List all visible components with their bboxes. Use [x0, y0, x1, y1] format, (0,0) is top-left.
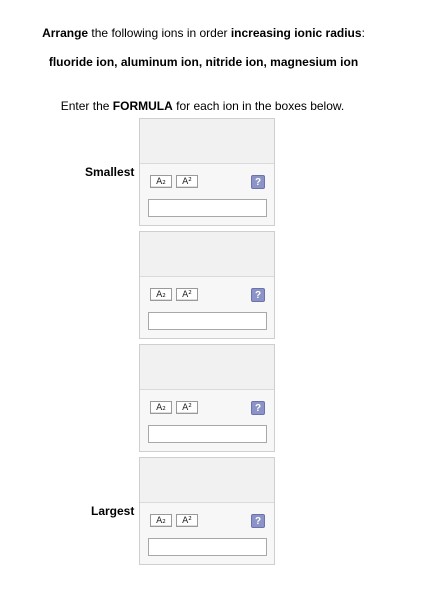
increasing-ionic-radius-text: increasing ionic radius — [230, 26, 362, 40]
answer-box-header — [140, 232, 274, 277]
answer-box-header — [140, 345, 274, 390]
subscript-button[interactable]: A₂ — [150, 175, 172, 188]
answer-box-header — [140, 119, 274, 164]
help-icon[interactable]: ? — [251, 514, 265, 528]
answer-box-body: A₂ A² ? — [140, 503, 274, 564]
formula-input-4[interactable] — [148, 538, 267, 556]
formula-instruction-text: Enter the — [60, 99, 113, 113]
formula-word: FORMULA — [112, 99, 173, 113]
answer-box-body: A₂ A² ? — [140, 277, 274, 338]
superscript-button[interactable]: A² — [176, 175, 198, 188]
answer-box-body: A₂ A² ? — [140, 164, 274, 225]
formula-input-1[interactable] — [148, 199, 267, 217]
formula-input-3[interactable] — [148, 425, 267, 443]
help-icon[interactable]: ? — [251, 175, 265, 189]
question-instruction: Arrange the following ions in order incr… — [0, 26, 419, 40]
smallest-label: Smallest — [85, 165, 135, 179]
answer-box-1: A₂ A² ? — [139, 118, 275, 226]
subscript-button[interactable]: A₂ — [150, 514, 172, 527]
instruction-colon: : — [361, 26, 365, 40]
answer-box-body: A₂ A² ? — [140, 390, 274, 451]
answer-box-3: A₂ A² ? — [139, 344, 275, 452]
superscript-button[interactable]: A² — [176, 514, 198, 527]
ion-list: fluoride ion, aluminum ion, nitride ion,… — [48, 55, 359, 69]
formula-instruction-tail: for each ion in the boxes below. — [172, 99, 345, 113]
instruction-text: the following ions in order — [88, 26, 231, 40]
formula-instruction: Enter the FORMULA for each ion in the bo… — [0, 99, 418, 113]
superscript-button[interactable]: A² — [176, 288, 198, 301]
answer-box-4: A₂ A² ? — [139, 457, 275, 565]
formula-input-2[interactable] — [148, 312, 267, 330]
superscript-button[interactable]: A² — [176, 401, 198, 414]
subscript-button[interactable]: A₂ — [150, 401, 172, 414]
arrange-word: Arrange — [42, 26, 89, 40]
help-icon[interactable]: ? — [251, 288, 265, 302]
largest-label: Largest — [91, 504, 135, 518]
help-icon[interactable]: ? — [251, 401, 265, 415]
answer-box-header — [140, 458, 274, 503]
answer-box-2: A₂ A² ? — [139, 231, 275, 339]
subscript-button[interactable]: A₂ — [150, 288, 172, 301]
